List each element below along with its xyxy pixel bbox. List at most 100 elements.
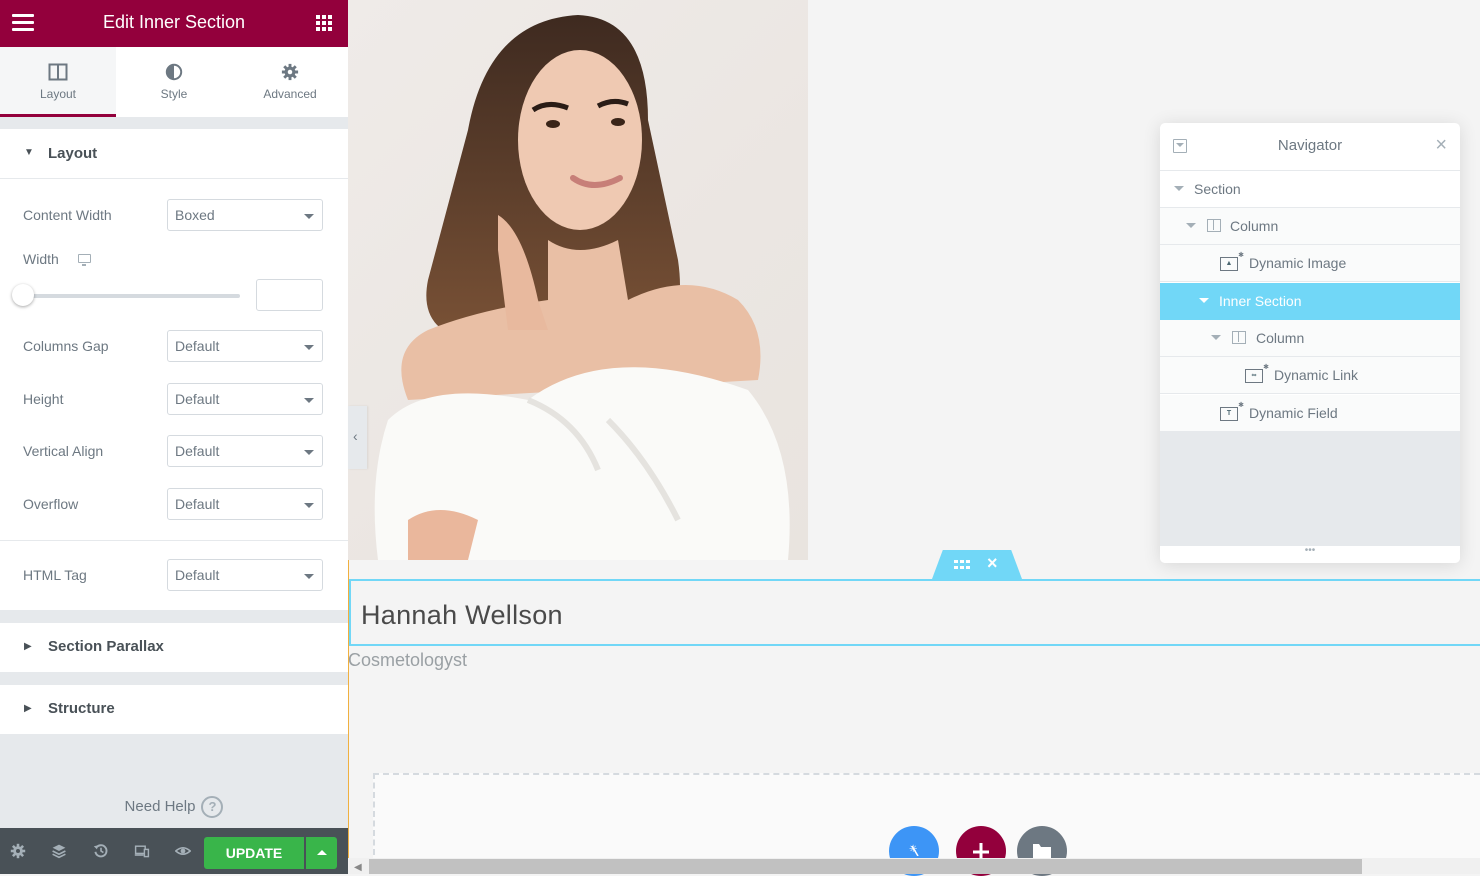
section-structure-toggle[interactable]: ▶ Structure — [0, 685, 348, 734]
html-tag-select[interactable]: Default — [167, 559, 323, 591]
overflow-select[interactable]: Default — [167, 488, 323, 520]
divider — [0, 540, 348, 541]
section-parallax-toggle[interactable]: ▶ Section Parallax — [0, 623, 348, 672]
preview-eye-icon[interactable] — [175, 843, 191, 859]
columns-gap-select[interactable]: Default — [167, 330, 323, 362]
nav-item-section[interactable]: Section — [1160, 171, 1460, 208]
chevron-down-icon — [304, 574, 314, 579]
gear-icon — [281, 63, 299, 81]
caret-up-icon — [317, 850, 327, 855]
caret-down-icon[interactable] — [1199, 298, 1209, 303]
nav-item-label: Dynamic Field — [1249, 405, 1338, 421]
vertical-align-value: Default — [175, 443, 220, 459]
responsive-icon[interactable] — [134, 843, 150, 859]
columns-gap-label: Columns Gap — [23, 338, 109, 354]
tab-style-label: Style — [160, 87, 188, 101]
tab-layout[interactable]: Layout — [0, 47, 116, 117]
width-number-input[interactable] — [256, 279, 323, 311]
dynamic-link-role[interactable]: Cosmetologyst — [348, 650, 467, 671]
drag-handle-icon[interactable] — [954, 560, 972, 569]
html-tag-label: HTML Tag — [23, 567, 87, 583]
tab-layout-label: Layout — [39, 87, 77, 101]
dynamic-link-icon: ∞ — [1245, 362, 1269, 383]
nav-item-dynamic-field[interactable]: T Dynamic Field — [1160, 395, 1460, 432]
caret-down-icon[interactable] — [1186, 223, 1196, 228]
tab-advanced[interactable]: Advanced — [232, 47, 348, 117]
close-icon[interactable]: × — [1435, 134, 1447, 157]
vertical-align-select[interactable]: Default — [167, 435, 323, 467]
section-layout-toggle[interactable]: ▼ Layout — [0, 129, 348, 178]
magic-wand-icon: ✳ — [909, 844, 919, 857]
navigator-title: Navigator — [1277, 137, 1343, 154]
chevron-down-icon — [304, 398, 314, 403]
caret-down-icon[interactable] — [1211, 335, 1221, 340]
nav-item-label: Dynamic Image — [1249, 255, 1347, 271]
nav-item-inner-section[interactable]: Inner Section — [1160, 283, 1460, 320]
content-width-select[interactable]: Boxed — [167, 199, 323, 231]
navigator-panel: Navigator × Section Column ▲ Dynamic Ima… — [1160, 123, 1460, 563]
height-label: Height — [23, 391, 64, 407]
dynamic-field-name[interactable]: Hannah Wellson — [361, 600, 563, 631]
caret-down-icon: ▼ — [24, 147, 34, 158]
dynamic-image[interactable] — [348, 0, 808, 560]
html-tag-value: Default — [175, 567, 220, 583]
widgets-grid-icon[interactable] — [316, 15, 332, 31]
width-slider-handle[interactable] — [12, 284, 34, 306]
nav-item-inner-column[interactable]: Column — [1160, 320, 1460, 357]
chevron-down-icon — [304, 503, 314, 508]
columns-icon — [48, 63, 68, 81]
chevron-down-icon — [304, 214, 314, 219]
width-label: Width — [23, 251, 59, 267]
desktop-responsive-icon[interactable] — [78, 254, 91, 266]
nav-item-dynamic-link[interactable]: ∞ Dynamic Link — [1160, 357, 1460, 394]
dynamic-image-icon: ▲ — [1220, 250, 1244, 271]
column-icon — [1207, 219, 1221, 232]
columns-gap-value: Default — [175, 338, 220, 354]
delete-section-icon[interactable]: × — [987, 553, 998, 574]
nav-item-label: Column — [1256, 330, 1305, 346]
scrollbar-thumb[interactable] — [369, 859, 1362, 874]
overflow-value: Default — [175, 496, 220, 512]
caret-right-icon: ▶ — [24, 641, 32, 652]
inner-section-handle: × — [932, 550, 1022, 579]
overflow-label: Overflow — [23, 496, 79, 512]
nav-item-label: Dynamic Link — [1274, 367, 1359, 383]
update-button[interactable]: UPDATE — [204, 837, 304, 869]
portrait-photo — [374, 15, 790, 560]
panel-tabs: Layout Style Advanced — [0, 47, 348, 117]
navigator-header[interactable]: Navigator × — [1160, 123, 1460, 171]
width-slider-track[interactable] — [22, 294, 240, 298]
plus-icon — [973, 843, 989, 860]
navigator-layers-icon[interactable] — [51, 843, 67, 859]
height-value: Default — [175, 391, 220, 407]
help-question-icon: ? — [201, 796, 224, 818]
nav-item-dynamic-image[interactable]: ▲ Dynamic Image — [1160, 245, 1460, 282]
scroll-left-arrow[interactable]: ◀ — [354, 862, 362, 873]
chevron-down-icon — [304, 345, 314, 350]
section-layout-title: Layout — [48, 145, 98, 162]
nav-item-column[interactable]: Column — [1160, 208, 1460, 245]
nav-item-label: Section — [1194, 181, 1241, 197]
navigator-resize-handle[interactable]: ••• — [1160, 546, 1460, 563]
layout-controls: Content Width Boxed Width Columns Gap De… — [0, 178, 348, 610]
folder-icon — [1033, 844, 1051, 860]
vertical-align-label: Vertical Align — [23, 443, 104, 459]
update-options-button[interactable] — [306, 837, 337, 869]
panel-collapse-toggle[interactable]: ‹ — [348, 406, 367, 469]
height-select[interactable]: Default — [167, 383, 323, 415]
chevron-left-icon: ‹ — [353, 428, 358, 444]
nav-item-label: Inner Section — [1219, 293, 1302, 309]
tab-style[interactable]: Style — [116, 47, 232, 117]
content-width-value: Boxed — [175, 207, 215, 223]
panel-header: Edit Inner Section — [0, 0, 348, 47]
history-icon[interactable] — [93, 843, 109, 859]
half-circle-icon — [165, 63, 183, 81]
caret-down-icon[interactable] — [1174, 186, 1184, 191]
caret-right-icon: ▶ — [24, 703, 32, 714]
need-help-label: Need Help — [124, 797, 196, 815]
svg-text:✳: ✳ — [909, 844, 917, 855]
settings-icon[interactable] — [10, 843, 26, 859]
panel-title: Edit Inner Section — [102, 12, 246, 32]
need-help-link[interactable]: Need Help? — [0, 796, 348, 818]
column-icon — [1232, 331, 1246, 344]
